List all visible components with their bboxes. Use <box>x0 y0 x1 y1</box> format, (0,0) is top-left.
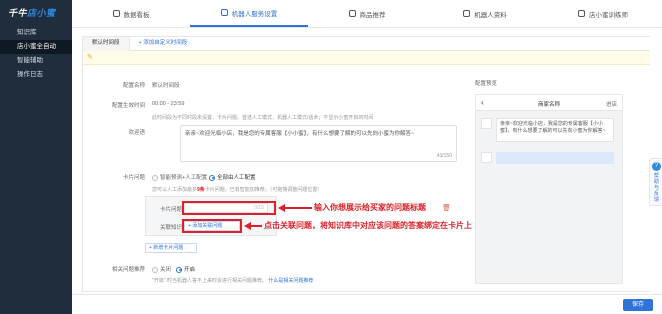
recommend-note: "开启" 时当机器人答不上来时会进行相关问题推荐。 什么是相关问题推荐 <box>152 277 313 284</box>
tab-robot-profile[interactable]: 机器人资料 <box>426 0 544 27</box>
card-hint-text-1: 您可以人工添加最多 <box>152 187 198 193</box>
radio-manual-config[interactable]: 全部由人工配置 <box>209 173 256 181</box>
annotation-question-title: 输入你想展示给买家的问题标题 <box>314 203 426 212</box>
config-name-value: 默认时间段 <box>152 83 180 89</box>
radio-smart-config[interactable]: 智能预测+人工配置 <box>152 173 207 181</box>
recommend-note-text: "开启" 时当机器人答不上来时会进行相关问题推荐。 <box>152 278 267 284</box>
arrow-line-2 <box>250 225 262 227</box>
tab-label: 机器人资料 <box>474 11 507 19</box>
recommend-label: 相关问题推荐 <box>111 267 145 273</box>
config-name-label: 配置名称 <box>122 83 145 89</box>
config-time-label: 配置生效时间 <box>111 103 145 109</box>
logo-text-a: 千牛 <box>8 8 28 18</box>
notice-banner: ✎ <box>83 51 650 65</box>
robot-icon <box>220 9 228 16</box>
sidebar: 千牛店小蜜 知识库 店小蜜全自动 智能辅助 操作日志 <box>0 0 72 314</box>
notice-icon: ✎ <box>87 54 93 61</box>
product-icon <box>348 10 356 17</box>
recommend-help-link[interactable]: 什么是相关问题推荐 <box>268 278 313 284</box>
sidebar-item-assist[interactable]: 智能辅助 <box>0 54 72 68</box>
sidebar-item-log[interactable]: 操作日志 <box>0 68 72 82</box>
card-hint-text-2: 卡片问题，已有智能加推荐。（可拖拽调整问题位置） <box>204 187 323 193</box>
config-time-value: 00:00 - 23:59 <box>152 101 185 107</box>
welcome-text: 亲亲~欢迎光临小店，我是您的专属客服【小小蜜】，有什么想要了解的可以先向小蜜为你… <box>185 131 415 137</box>
profile-icon <box>463 10 471 17</box>
app-logo: 千牛店小蜜 <box>0 0 72 20</box>
card-hint-count: 9条 <box>197 187 205 193</box>
preview-card-placeholder <box>496 152 614 164</box>
recommend-off-text: 关闭 <box>160 267 172 273</box>
save-button[interactable]: 保存 <box>623 299 653 311</box>
tab-robot-settings[interactable]: 机器人服务设置 <box>190 0 308 27</box>
tab-label: 店小蜜训练师 <box>589 11 628 19</box>
related-knowledge-label: 关联知识 <box>160 225 183 231</box>
tab-trainer[interactable]: 店小蜜训练师 <box>544 0 662 27</box>
radio-manual[interactable] <box>209 174 215 181</box>
recommend-off-option[interactable]: 关闭 <box>152 265 171 273</box>
card-hint: 您可以人工添加最多9条卡片问题，已有智能加推荐。（可拖拽调整问题位置） <box>152 186 322 193</box>
radio-smart-text: 智能预测+人工配置 <box>160 175 208 181</box>
welcome-count: 43/150 <box>436 153 452 159</box>
radio-recommend-on[interactable] <box>176 266 182 273</box>
tab-default-period[interactable]: 默认时间段 <box>83 37 130 51</box>
highlight-box-question <box>182 201 276 215</box>
highlight-box-related <box>182 219 242 233</box>
sidebar-item-auto[interactable]: 店小蜜全自动 <box>0 40 72 54</box>
welcome-textarea[interactable]: 亲亲~欢迎光临小店，我是您的专属客服【小小蜜】，有什么想要了解的可以先向小蜜为你… <box>180 125 457 162</box>
footer-bar: 保存 <box>72 294 662 314</box>
tab-label: 机器人服务设置 <box>231 10 278 18</box>
preview-message-bubble: 亲亲~欢迎光临小店，我是您的专属客服【小小蜜】，有什么想要了解的可以先向小蜜为你… <box>496 118 614 142</box>
help-icon: ? <box>652 162 661 171</box>
preview-title: 配置预览 <box>475 81 498 87</box>
preview-header: ‹ 商家名称 进店 <box>476 95 622 111</box>
time-note: 此时间段为不同时段未设置、卡片问题、首选人工模式、机器人工模式/话术；不显示小蜜… <box>152 115 374 121</box>
logo-text-b: 店小蜜 <box>27 8 56 18</box>
avatar <box>481 152 492 163</box>
radio-recommend-off[interactable] <box>152 266 158 273</box>
recommend-on-option[interactable]: 开启 <box>176 265 195 273</box>
preview-shop-name: 商家名称 <box>537 102 560 108</box>
time-period-tabs: 默认时间段 + 添加自定义时间段 <box>83 37 650 51</box>
preview-enter-shop[interactable]: 进店 <box>606 100 617 108</box>
card-question-label: 卡片问题 <box>122 175 145 181</box>
help-feedback-label: 帮助与反馈 <box>653 173 659 203</box>
add-period-button[interactable]: + 添加自定义时间段 <box>130 37 197 51</box>
tab-label: 数据看板 <box>123 11 150 19</box>
tab-product-recommend[interactable]: 商品推荐 <box>308 0 426 27</box>
avatar <box>481 118 492 129</box>
tab-label: 商品推荐 <box>359 11 386 19</box>
sidebar-item-knowledge[interactable]: 知识库 <box>0 26 72 40</box>
radio-smart[interactable] <box>152 174 158 181</box>
annotation-related-question: 点击关联问题，将知识库中对应该问题的答案绑定在卡片上 <box>264 221 472 230</box>
top-nav: 数据看板 机器人服务设置 商品推荐 机器人资料 店小蜜训练师 <box>72 0 662 28</box>
arrow-line-1 <box>284 207 312 209</box>
recommend-on-text: 开启 <box>184 267 196 273</box>
trainer-icon <box>578 10 585 17</box>
config-preview: ‹ 商家名称 进店 亲亲~欢迎光临小店，我是您的专属客服【小小蜜】，有什么想要了… <box>475 94 623 284</box>
welcome-label: 欢迎语 <box>128 130 145 136</box>
chart-icon <box>112 10 120 17</box>
card-question-field-label: 卡片问题 <box>160 207 183 213</box>
radio-manual-text: 全部由人工配置 <box>217 175 256 181</box>
add-card-question-button[interactable]: + 新增卡片问题 <box>145 243 197 253</box>
help-feedback-widget[interactable]: ? 帮助与反馈 <box>649 158 662 206</box>
trash-icon[interactable]: 🗑 <box>442 205 451 212</box>
tab-dashboard[interactable]: 数据看板 <box>72 0 190 27</box>
